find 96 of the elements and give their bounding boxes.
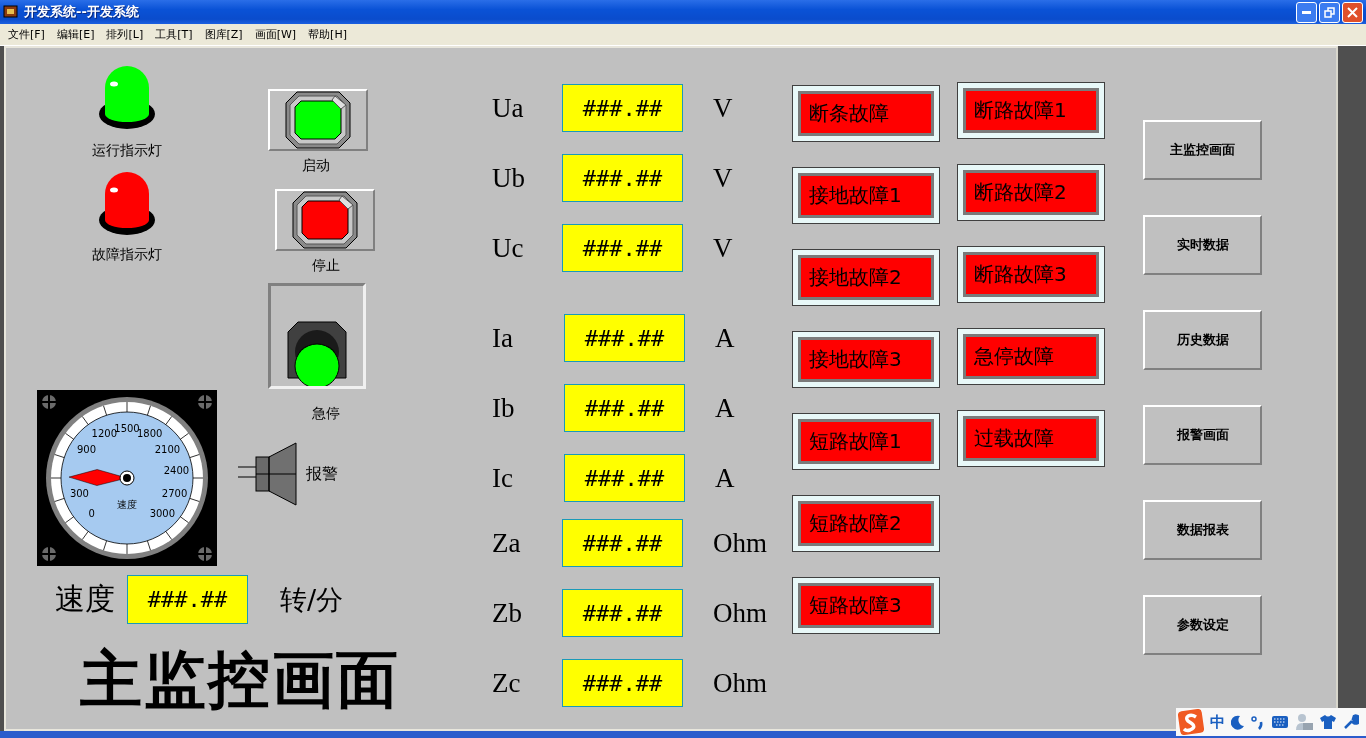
light-label: 故障指示灯	[92, 246, 162, 264]
value-field: ###.##	[562, 589, 683, 637]
alarm-label: 报警	[306, 463, 338, 485]
screw-icon	[41, 394, 57, 410]
gauge-tick-label: 2700	[161, 488, 188, 500]
nav-button[interactable]: 主监控画面	[1143, 120, 1262, 180]
unit-label: Ohm	[713, 597, 767, 629]
gauge-tick-label: 900	[77, 443, 97, 455]
gauge-tick-label: 2100	[154, 443, 181, 455]
fault-indicator: 断路故障2	[963, 170, 1099, 215]
gauge-tick-label: 2400	[163, 465, 190, 477]
minimize-icon	[1302, 10, 1311, 14]
unit-label: A	[715, 392, 735, 424]
emergency-stop-button[interactable]	[268, 283, 366, 389]
unit-label: V	[713, 92, 733, 124]
speed-label: 速度	[55, 580, 115, 618]
speed-unit: 转/分	[280, 582, 344, 617]
fault-indicator: 急停故障	[963, 334, 1099, 379]
measurement-label: Zb	[492, 597, 523, 629]
minimize-button[interactable]	[1296, 1, 1317, 23]
gauge-label: 速度	[117, 499, 137, 510]
mushroom-button-icon	[284, 318, 350, 386]
value-field: ###.##	[564, 454, 685, 502]
unit-label: V	[713, 162, 733, 194]
button-label: 急停	[312, 405, 340, 423]
close-button[interactable]	[1342, 1, 1363, 23]
measurement-label: Zc	[492, 667, 522, 699]
measurement-label: Ua	[492, 92, 525, 124]
menu-item[interactable]: 编辑[E]	[52, 25, 99, 44]
screw-icon	[197, 546, 213, 562]
nav-button[interactable]: 历史数据	[1143, 310, 1262, 370]
measurement-label: Ib	[492, 392, 516, 424]
light-label: 运行指示灯	[92, 142, 162, 160]
nav-button[interactable]: 数据报表	[1143, 500, 1262, 560]
speed-field: ###.##	[127, 575, 248, 624]
value-field: ###.##	[562, 154, 683, 202]
speaker-icon	[238, 441, 298, 507]
restore-icon	[1324, 6, 1335, 18]
menu-item[interactable]: 图库[Z]	[200, 25, 247, 44]
fault-indicator: 接地故障2	[798, 255, 934, 300]
measurement-label: Ia	[492, 322, 514, 354]
measurement-label: Za	[492, 527, 522, 559]
gauge-tick-label: 0	[88, 508, 95, 520]
fault-indicator: 短路故障2	[798, 501, 934, 546]
menu-item[interactable]: 工具[T]	[151, 25, 197, 44]
ime-mode[interactable]: 中	[1210, 712, 1225, 732]
button-label: 启动	[302, 157, 330, 175]
moon-icon[interactable]	[1231, 714, 1245, 730]
shirt-icon[interactable]	[1319, 714, 1337, 730]
gauge-tick-label: 300	[69, 488, 89, 500]
menu-item[interactable]: 画面[W]	[250, 25, 301, 44]
nav-button[interactable]: 参数设定	[1143, 595, 1262, 655]
gauge-tick-label: 3000	[149, 508, 176, 520]
keyboard-icon[interactable]	[1271, 715, 1289, 729]
measurement-label: Ic	[492, 462, 514, 494]
value-field: ###.##	[564, 314, 685, 362]
screen-title: 主监控画面	[80, 642, 401, 718]
unit-label: Ohm	[713, 527, 767, 559]
fault-indicator: 断路故障1	[963, 88, 1099, 133]
wrench-icon[interactable]	[1343, 714, 1359, 730]
screw-icon	[197, 394, 213, 410]
value-field: ###.##	[562, 659, 683, 707]
menu-item[interactable]: 帮助[H]	[304, 25, 351, 44]
fault-indicator: 短路故障1	[798, 419, 934, 464]
menu-item[interactable]: 文件[F]	[4, 25, 49, 44]
close-icon	[1347, 6, 1358, 18]
unit-label: A	[715, 322, 735, 354]
menu-item[interactable]: 排列[L]	[102, 25, 148, 44]
unit-label: V	[713, 232, 733, 264]
fault-indicator: 过载故障	[963, 416, 1099, 461]
fault-indicator: 接地故障1	[798, 173, 934, 218]
value-field: ###.##	[562, 224, 683, 272]
fault-indicator: 短路故障3	[798, 583, 934, 628]
start-button[interactable]	[268, 89, 368, 151]
button-label: 停止	[312, 257, 340, 275]
fault-indicator: 断条故障	[798, 91, 934, 136]
unit-label: A	[715, 462, 735, 494]
fault-indicator: 断路故障3	[963, 252, 1099, 297]
fault-indicator: 接地故障3	[798, 337, 934, 382]
gauge-tick-label: 1200	[91, 428, 118, 440]
measurement-label: Ub	[492, 162, 526, 194]
value-field: ###.##	[562, 519, 683, 567]
restore-button[interactable]	[1319, 1, 1340, 23]
gauge-hub	[119, 470, 135, 486]
nav-button[interactable]: 报警画面	[1143, 405, 1262, 465]
stop-button[interactable]	[275, 189, 375, 251]
value-field: ###.##	[564, 384, 685, 432]
value-field: ###.##	[562, 84, 683, 132]
window-title: 开发系统--开发系统	[24, 3, 140, 21]
measurement-label: Uc	[492, 232, 525, 264]
app-icon	[3, 4, 19, 20]
punctuation-icon[interactable]	[1251, 714, 1265, 730]
screw-icon	[41, 546, 57, 562]
nav-button[interactable]: 实时数据	[1143, 215, 1262, 275]
ime-logo-icon[interactable]	[1178, 709, 1204, 735]
unit-label: Ohm	[713, 667, 767, 699]
